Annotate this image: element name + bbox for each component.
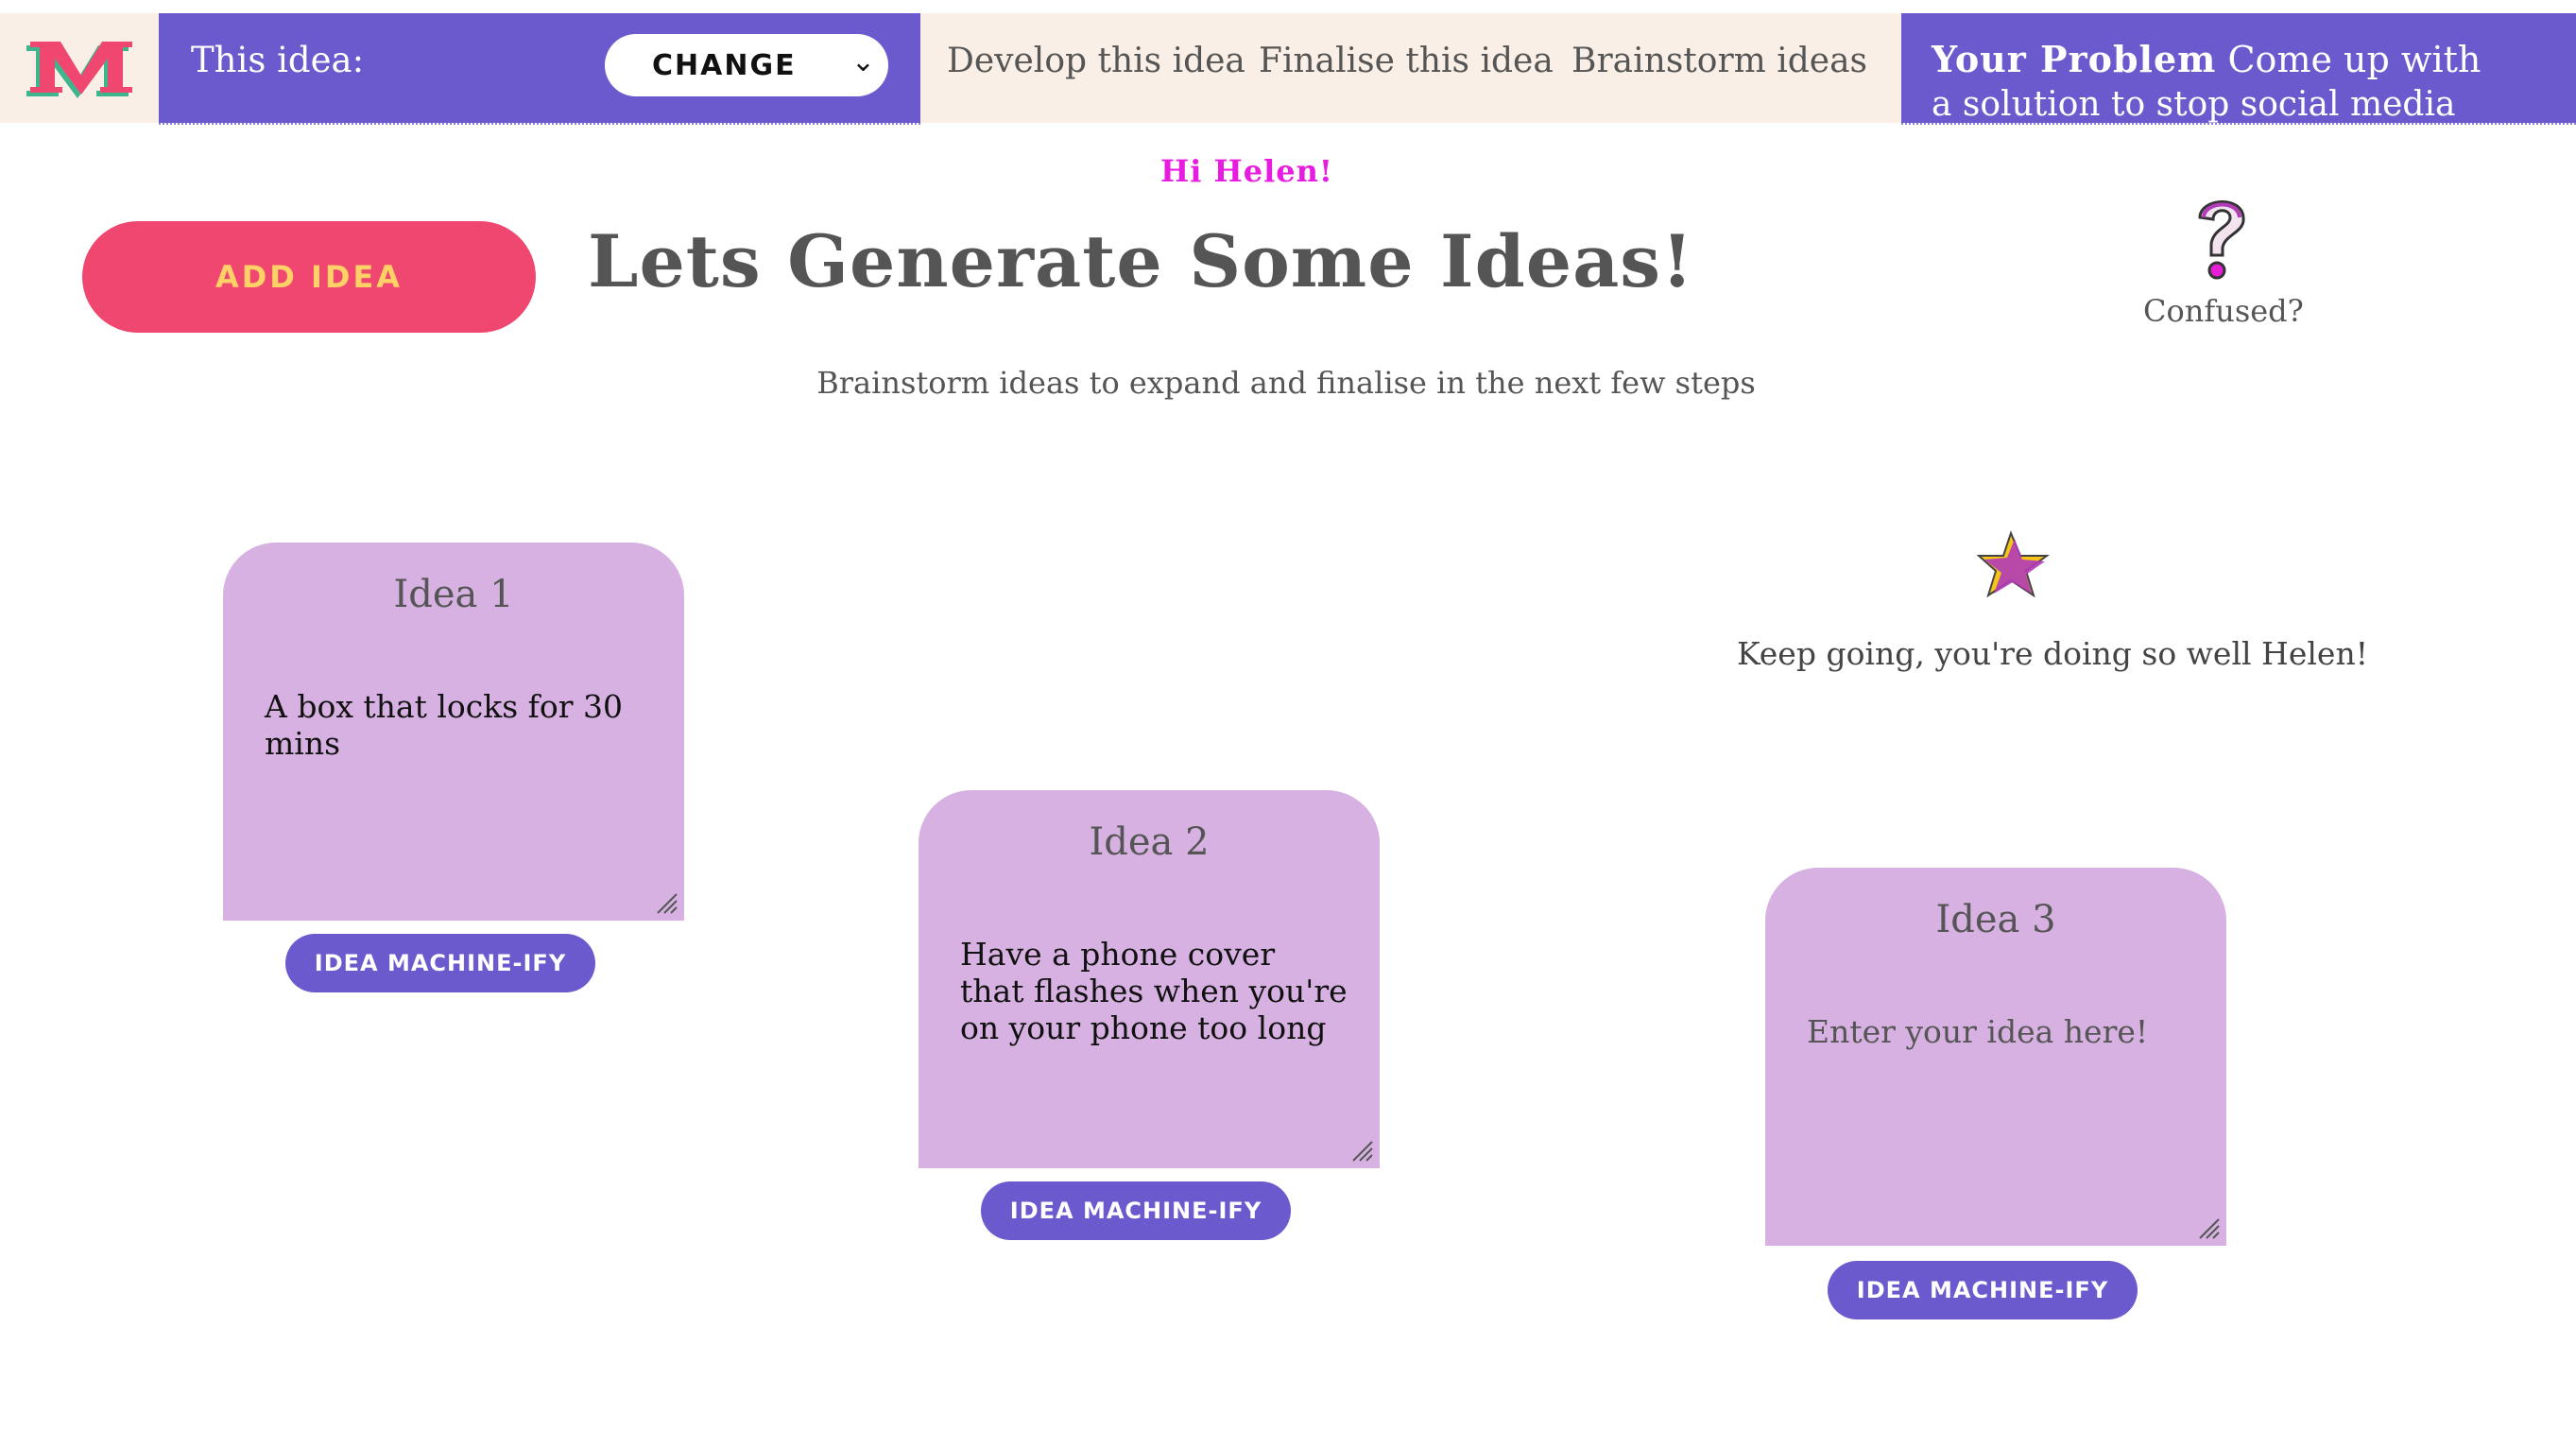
- page-subtitle: Brainstorm ideas to expand and finalise …: [0, 365, 2576, 401]
- resize-handle-icon[interactable]: [2196, 1215, 2221, 1240]
- nav-brainstorm-ideas[interactable]: Brainstorm ideas: [1571, 42, 1867, 80]
- problem-banner: Your Problem Come up with a solution to …: [1901, 13, 2576, 123]
- confused-label[interactable]: Confused?: [2143, 293, 2304, 329]
- idea-card-3: Idea 3 Enter your idea here!: [1765, 868, 2226, 1246]
- idea-bar-divider: [159, 121, 920, 125]
- idea-card-title: Idea 1: [393, 573, 514, 616]
- star-icon: [1977, 530, 2051, 598]
- idea-card-title: Idea 3: [1935, 898, 2056, 941]
- chevron-down-icon: ⌄: [850, 45, 875, 78]
- resize-handle-icon[interactable]: [1349, 1138, 1374, 1163]
- problem-text-line1: Come up with: [2227, 39, 2482, 80]
- idea-card-title: Idea 2: [1089, 820, 1210, 864]
- idea-textarea-2[interactable]: Have a phone cover that flashes when you…: [960, 936, 1348, 1046]
- page-subtitle-text: Brainstorm ideas to expand and finalise …: [816, 365, 1756, 401]
- nav-finalise-idea[interactable]: Finalise this idea: [1259, 42, 1554, 80]
- idea-textarea-1[interactable]: A box that locks for 30 mins: [265, 688, 652, 762]
- resize-handle-icon[interactable]: [654, 890, 678, 915]
- idea-card-2: Idea 2 Have a phone cover that flashes w…: [919, 790, 1380, 1168]
- idea-textarea-3[interactable]: Enter your idea here!: [1807, 1013, 2194, 1050]
- nav-develop-idea[interactable]: Develop this idea: [947, 42, 1245, 80]
- greeting: Hi Helen!: [1160, 153, 1333, 189]
- add-idea-button[interactable]: ADD IDEA: [82, 221, 536, 333]
- idea-card-1: Idea 1 A box that locks for 30 mins: [223, 543, 684, 921]
- idea-machineify-button-1[interactable]: IDEA MACHINE-IFY: [285, 934, 595, 992]
- problem-text-line2: a solution to stop social media: [1932, 85, 2456, 123]
- idea-machineify-button-3[interactable]: IDEA MACHINE-IFY: [1828, 1261, 2138, 1319]
- logo[interactable]: [13, 13, 159, 123]
- idea-machineify-button-2[interactable]: IDEA MACHINE-IFY: [981, 1181, 1291, 1240]
- change-select-value: CHANGE: [652, 49, 797, 82]
- change-idea-select[interactable]: CHANGE ⌄: [605, 34, 888, 96]
- this-idea-label: This idea:: [191, 40, 365, 80]
- question-mark-icon[interactable]: [2173, 189, 2268, 284]
- page-title: Lets Generate Some Ideas!: [588, 219, 1694, 303]
- this-idea-bar: This idea: CHANGE ⌄: [159, 13, 920, 123]
- encouragement-message: Keep going, you're doing so well Helen!: [1737, 635, 2368, 672]
- m-logo-icon: [26, 42, 132, 98]
- problem-heading: Your Problem: [1932, 38, 2217, 80]
- problem-bar-divider: [1901, 121, 2576, 125]
